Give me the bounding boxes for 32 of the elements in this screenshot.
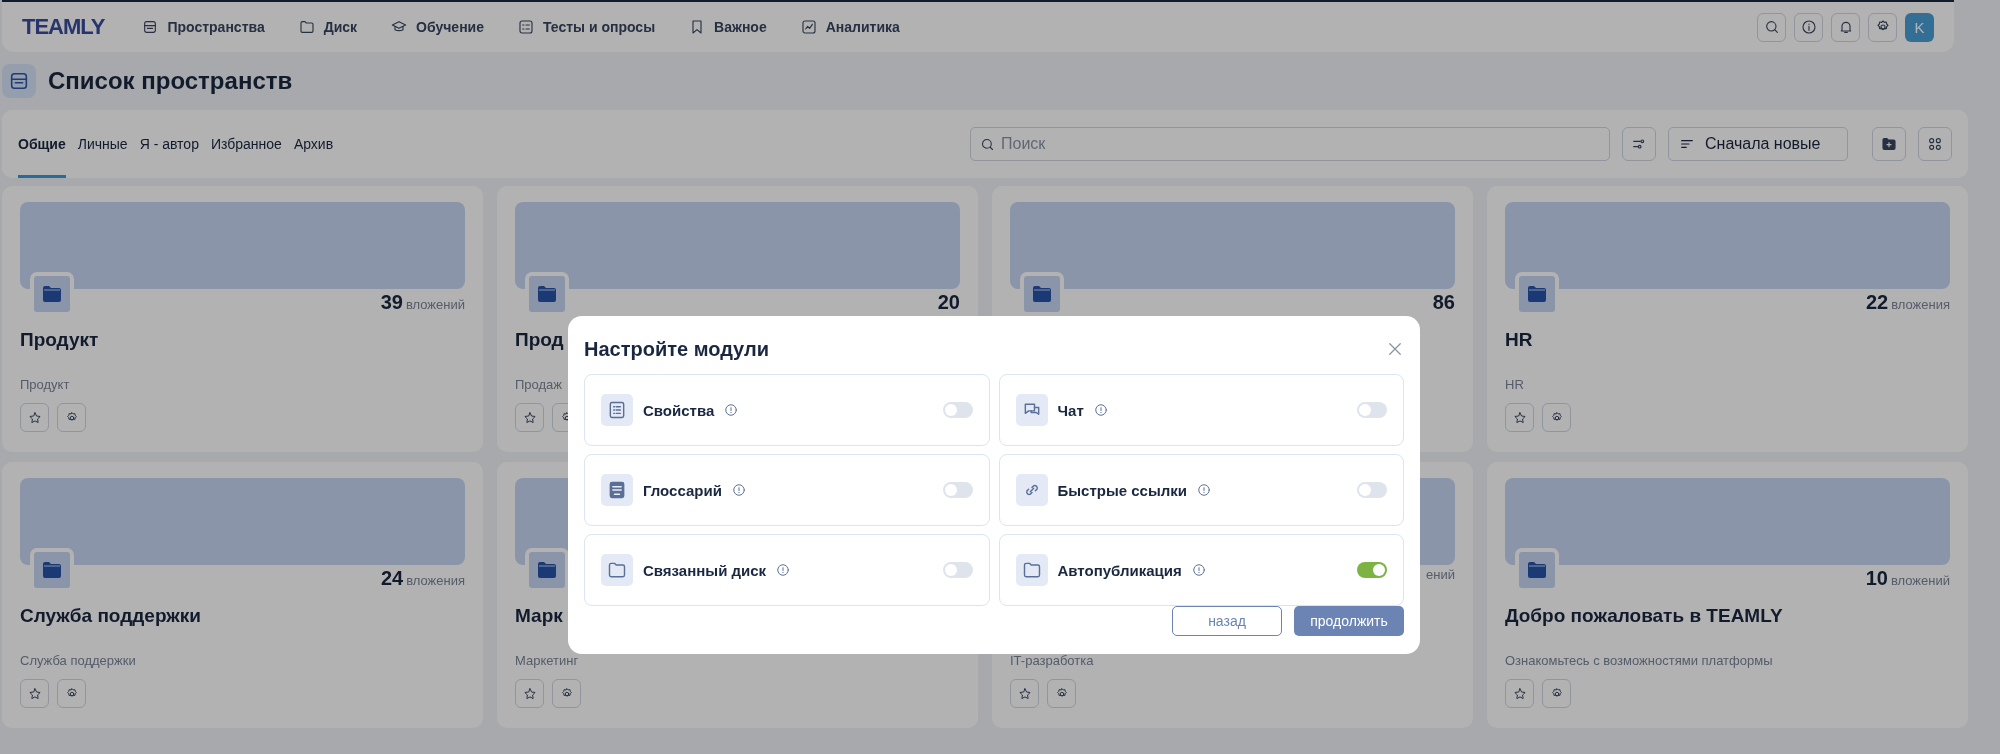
attachment-count: 22 <box>1865 291 1889 314</box>
card-description: Продукт <box>20 377 70 392</box>
attachment-count: 10 <box>1865 567 1888 590</box>
module-label: Свойства <box>643 401 715 419</box>
card-description: Ознакомьтесь с возможностями платформы <box>1505 653 1773 668</box>
page-title: Список пространств <box>48 67 293 95</box>
attachment-label: вложений <box>1890 573 1950 588</box>
attachment-label: вложения <box>406 573 465 588</box>
attachment-count: 39 <box>380 291 403 314</box>
card-description: Продаж <box>515 377 563 392</box>
attachment-count: 24 <box>380 567 404 590</box>
module-label: Автопубликация <box>1057 561 1182 579</box>
card-description: Маркетинг <box>515 653 579 668</box>
card-title: Марк <box>515 605 563 626</box>
attachment-label: вложений <box>405 297 465 312</box>
attachment-count: 20 <box>937 291 960 314</box>
module-label: Глоссарий <box>643 481 722 499</box>
attachment-label: ений <box>1426 567 1455 582</box>
card-title: Служба поддержки <box>20 605 201 626</box>
dialog-title: Настройте модули <box>584 337 769 361</box>
module-label: Быстрые ссылки <box>1057 481 1187 499</box>
card-title: Добро пожаловать в TEAMLY <box>1505 605 1783 626</box>
card-title: Продукт <box>20 329 99 350</box>
card-title: HR <box>1505 329 1533 350</box>
card-description: IT-разработка <box>1010 653 1094 668</box>
attachment-count: 86 <box>1432 291 1455 314</box>
module-label: Связанный диск <box>643 561 767 579</box>
card-description: Служба поддержки <box>20 653 136 668</box>
module-label: Чат <box>1057 401 1084 419</box>
card-title: Прод <box>515 329 564 350</box>
attachment-label: вложения <box>1891 297 1950 312</box>
card-description: HR <box>1505 377 1524 392</box>
